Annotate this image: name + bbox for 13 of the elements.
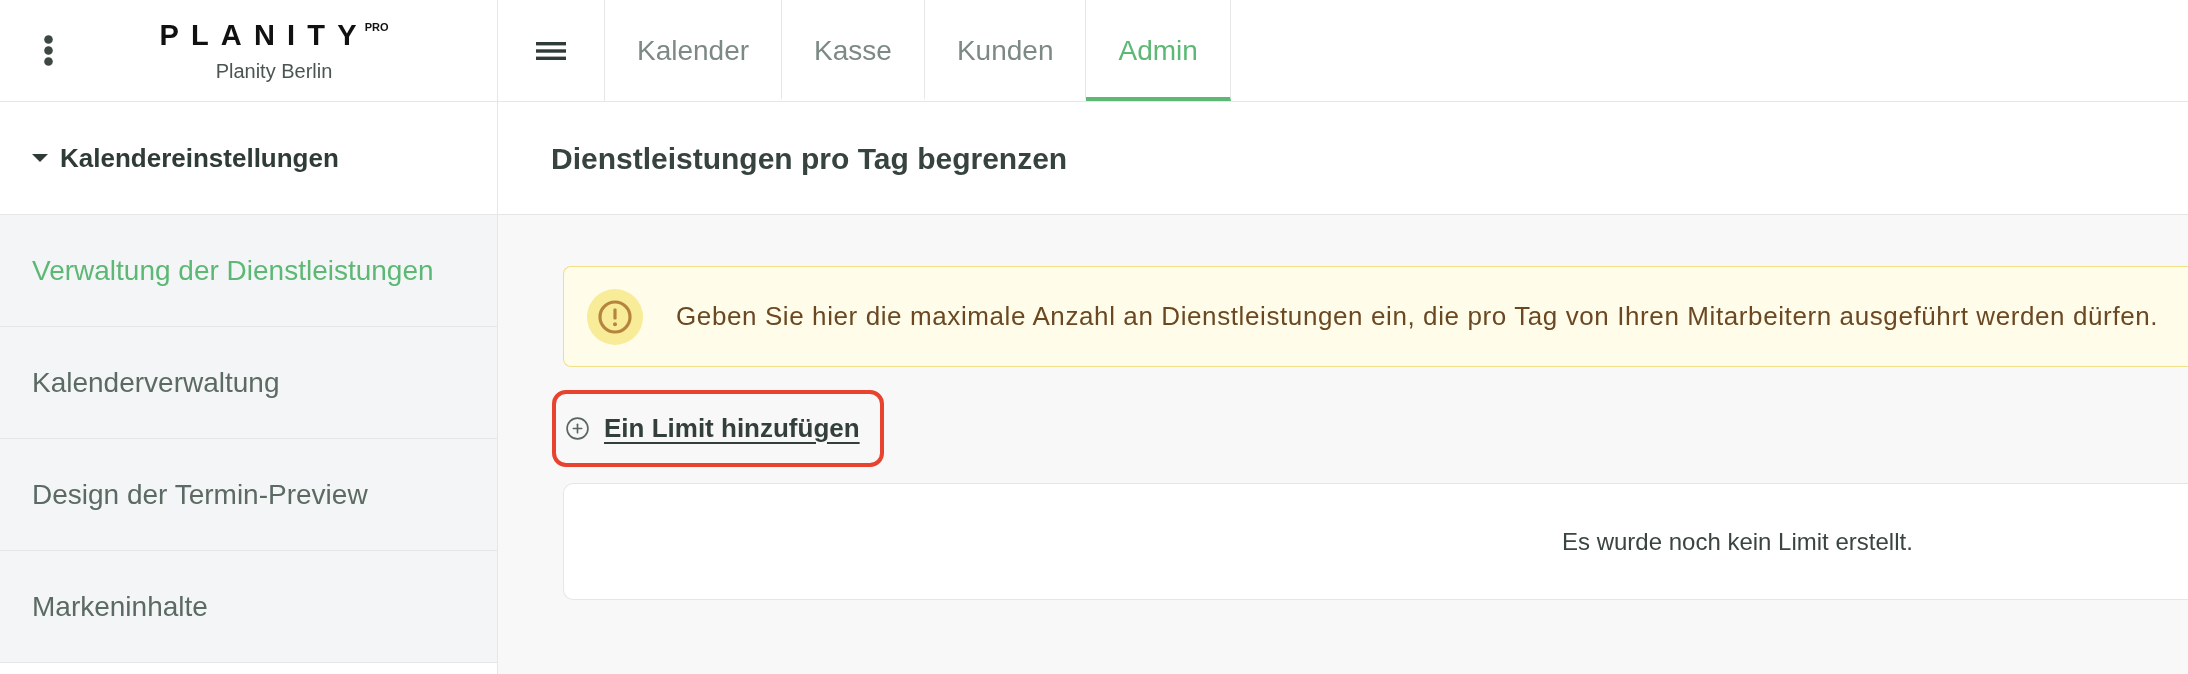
warning-icon: [587, 288, 643, 345]
logo-superscript-label: PRO: [364, 21, 389, 33]
more-options-icon: [43, 35, 53, 66]
salon-name: Planity Berlin: [215, 60, 333, 81]
sidebar-item[interactable]: Kalenderverwaltung: [0, 327, 497, 439]
sidebar-item[interactable]: Design der Termin-Preview: [0, 439, 497, 551]
plus-circle-icon: [565, 416, 590, 441]
page-title: Dienstleistungen pro Tag begrenzen: [551, 140, 1068, 177]
menu-icon: [536, 41, 566, 60]
empty-state-text: Es wurde noch kein Limit erstellt.: [1562, 526, 1913, 557]
alert-text: Geben Sie hier die maximale Anzahl an Dienstleistungen ein, die pro Tag von Ihren Mitarbeitern ausgeführt werden dürfen.: [676, 300, 2159, 333]
sidebar-item[interactable]: Markeninhalte: [0, 551, 497, 663]
add-limit-link[interactable]: Ein Limit hinzufügen: [565, 409, 860, 448]
